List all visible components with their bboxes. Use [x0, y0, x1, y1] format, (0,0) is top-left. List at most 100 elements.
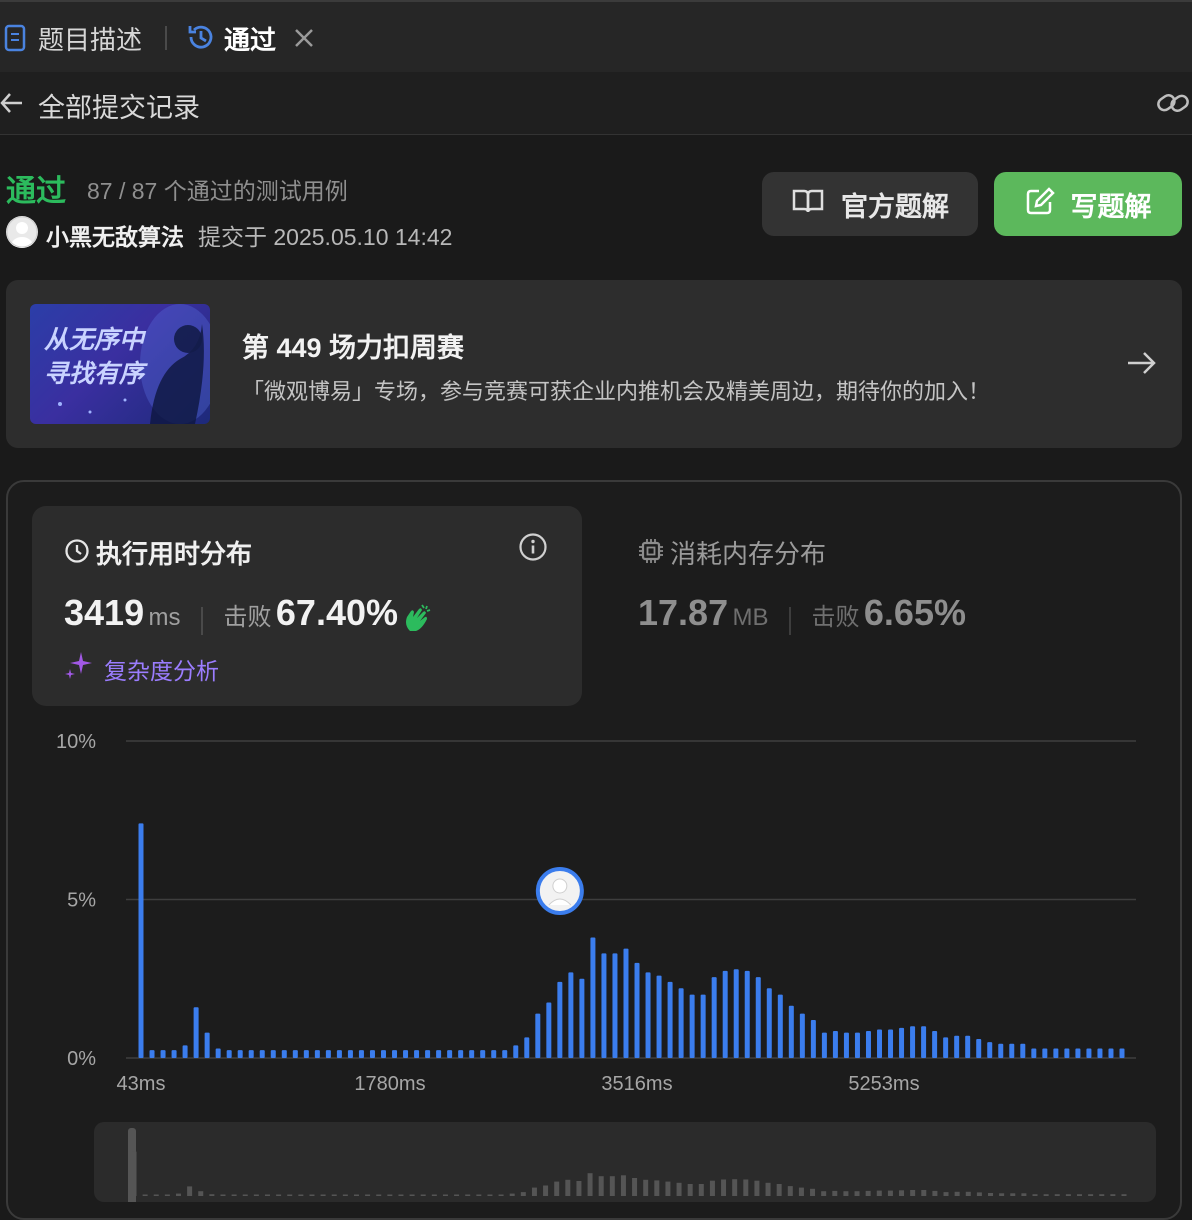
- link-icon[interactable]: [1156, 88, 1190, 123]
- runtime-bar[interactable]: [182, 1045, 188, 1058]
- runtime-bar[interactable]: [325, 1050, 331, 1058]
- runtime-bar[interactable]: [149, 1050, 155, 1058]
- runtime-bar[interactable]: [546, 1002, 552, 1058]
- runtime-bar[interactable]: [524, 1037, 530, 1058]
- runtime-bar[interactable]: [689, 994, 695, 1058]
- runtime-bar[interactable]: [777, 994, 783, 1058]
- tab-accepted[interactable]: 通过: [224, 20, 276, 57]
- runtime-bar[interactable]: [755, 977, 761, 1058]
- runtime-bar[interactable]: [634, 962, 640, 1058]
- runtime-bar[interactable]: [612, 953, 618, 1058]
- runtime-bar[interactable]: [138, 823, 144, 1058]
- runtime-bar[interactable]: [314, 1050, 320, 1058]
- runtime-bar[interactable]: [865, 1031, 871, 1058]
- runtime-bar[interactable]: [568, 972, 574, 1058]
- runtime-bar[interactable]: [292, 1050, 298, 1058]
- runtime-bar[interactable]: [1020, 1043, 1026, 1058]
- runtime-card[interactable]: 执行用时分布 3419 ms 击败 67.40% 复杂度分析: [32, 506, 582, 706]
- runtime-bar[interactable]: [160, 1050, 166, 1058]
- runtime-bar[interactable]: [954, 1035, 960, 1058]
- runtime-bar[interactable]: [392, 1050, 398, 1058]
- runtime-bar[interactable]: [1108, 1048, 1114, 1058]
- runtime-bar[interactable]: [458, 1050, 464, 1058]
- runtime-bar[interactable]: [722, 970, 728, 1058]
- back-arrow-icon[interactable]: [0, 90, 24, 121]
- runtime-bar[interactable]: [987, 1042, 993, 1058]
- runtime-bar[interactable]: [711, 977, 717, 1058]
- runtime-bar[interactable]: [447, 1050, 453, 1058]
- runtime-bar[interactable]: [623, 948, 629, 1058]
- runtime-bar[interactable]: [998, 1043, 1004, 1058]
- tab-description[interactable]: 题目描述: [38, 20, 142, 57]
- runtime-bar[interactable]: [480, 1050, 486, 1058]
- runtime-bar[interactable]: [1053, 1048, 1059, 1058]
- runtime-bar[interactable]: [171, 1050, 177, 1058]
- runtime-bar[interactable]: [645, 972, 651, 1058]
- runtime-bar[interactable]: [843, 1032, 849, 1058]
- runtime-bar[interactable]: [1064, 1048, 1070, 1058]
- runtime-bar[interactable]: [733, 969, 739, 1058]
- runtime-bar[interactable]: [821, 1032, 827, 1058]
- runtime-bar[interactable]: [854, 1032, 860, 1058]
- runtime-bar[interactable]: [237, 1050, 243, 1058]
- runtime-bar[interactable]: [270, 1050, 276, 1058]
- write-solution-button[interactable]: 写题解: [994, 172, 1182, 236]
- runtime-bar[interactable]: [1097, 1048, 1103, 1058]
- runtime-bar[interactable]: [557, 981, 563, 1058]
- runtime-bar[interactable]: [766, 988, 772, 1058]
- runtime-bar[interactable]: [788, 1005, 794, 1058]
- runtime-bar[interactable]: [1009, 1043, 1015, 1058]
- runtime-bar[interactable]: [436, 1050, 442, 1058]
- runtime-bar[interactable]: [535, 1013, 541, 1058]
- complexity-analysis-link[interactable]: 复杂度分析: [104, 652, 219, 686]
- runtime-bar[interactable]: [899, 1027, 905, 1058]
- runtime-bar[interactable]: [259, 1050, 265, 1058]
- avatar[interactable]: [6, 216, 38, 248]
- runtime-bar[interactable]: [358, 1050, 364, 1058]
- info-icon[interactable]: [518, 532, 548, 567]
- runtime-bar[interactable]: [380, 1050, 386, 1058]
- runtime-distribution-chart[interactable]: 10% 5% 0% 43ms 1780ms 3516ms 5253ms: [0, 720, 1192, 1110]
- runtime-bar[interactable]: [491, 1050, 497, 1058]
- runtime-bar[interactable]: [579, 978, 585, 1058]
- runtime-bar[interactable]: [678, 988, 684, 1058]
- runtime-bar[interactable]: [943, 1037, 949, 1058]
- runtime-bar[interactable]: [1042, 1048, 1048, 1058]
- runtime-bar[interactable]: [700, 994, 706, 1058]
- runtime-bar[interactable]: [656, 975, 662, 1058]
- runtime-bar[interactable]: [921, 1026, 927, 1058]
- runtime-bar[interactable]: [1075, 1048, 1081, 1058]
- runtime-bar[interactable]: [248, 1050, 254, 1058]
- official-solution-button[interactable]: 官方题解: [762, 172, 978, 236]
- runtime-bar[interactable]: [502, 1050, 508, 1058]
- runtime-bar[interactable]: [336, 1050, 342, 1058]
- runtime-bar[interactable]: [590, 937, 596, 1058]
- runtime-bar[interactable]: [425, 1050, 431, 1058]
- runtime-bar[interactable]: [810, 1019, 816, 1058]
- runtime-bar[interactable]: [932, 1031, 938, 1058]
- runtime-bar[interactable]: [193, 1007, 199, 1058]
- runtime-bar[interactable]: [832, 1031, 838, 1058]
- runtime-bar[interactable]: [204, 1032, 210, 1058]
- runtime-bar[interactable]: [226, 1050, 232, 1058]
- memory-card[interactable]: 消耗内存分布 17.87 MB 击败 6.65%: [606, 506, 1166, 706]
- runtime-bar[interactable]: [414, 1050, 420, 1058]
- runtime-bar[interactable]: [403, 1050, 409, 1058]
- runtime-bar[interactable]: [303, 1050, 309, 1058]
- runtime-bar[interactable]: [799, 1013, 805, 1058]
- runtime-bar[interactable]: [1086, 1048, 1092, 1058]
- runtime-bar[interactable]: [667, 981, 673, 1058]
- chart-overview-brush[interactable]: [94, 1122, 1156, 1202]
- username[interactable]: 小黑无敌算法: [46, 218, 184, 252]
- runtime-bar[interactable]: [369, 1050, 375, 1058]
- runtime-bar[interactable]: [910, 1026, 916, 1058]
- runtime-bar[interactable]: [469, 1050, 475, 1058]
- runtime-bar[interactable]: [513, 1045, 519, 1058]
- runtime-bar[interactable]: [1031, 1048, 1037, 1058]
- runtime-bar[interactable]: [965, 1035, 971, 1058]
- runtime-bar[interactable]: [888, 1029, 894, 1058]
- runtime-bar[interactable]: [601, 953, 607, 1058]
- runtime-bar[interactable]: [281, 1050, 287, 1058]
- runtime-bar[interactable]: [877, 1029, 883, 1058]
- all-submissions-link[interactable]: 全部提交记录: [38, 86, 200, 125]
